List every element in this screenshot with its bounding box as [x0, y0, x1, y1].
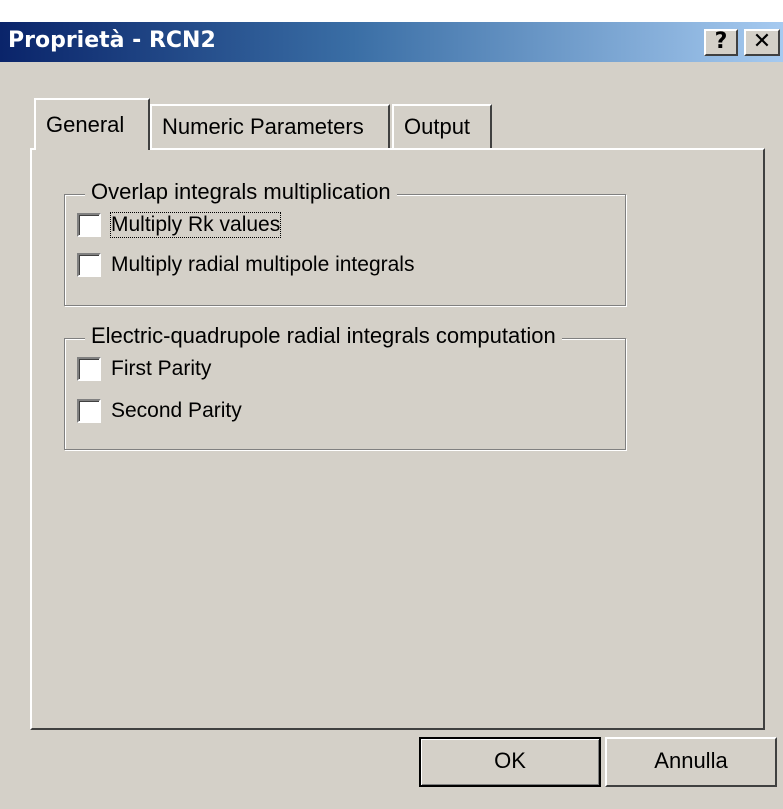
second-parity-checkbox[interactable]: [77, 399, 101, 423]
help-icon: ?: [714, 29, 728, 54]
multiply-radial-checkbox[interactable]: [77, 253, 101, 277]
first-parity-checkbox[interactable]: [77, 357, 101, 381]
window-title: Proprietà - RCN2: [8, 28, 216, 53]
tab-output[interactable]: Output: [392, 104, 492, 148]
first-parity-label[interactable]: First Parity: [111, 357, 211, 381]
multiply-radial-label[interactable]: Multiply radial multipole integrals: [111, 253, 414, 277]
second-parity-label[interactable]: Second Parity: [111, 399, 242, 423]
ok-button-label: OK: [494, 748, 526, 773]
tab-general-label: General: [46, 112, 125, 137]
close-icon: ✕: [752, 29, 772, 54]
multiply-rk-label[interactable]: Multiply Rk values: [109, 212, 282, 238]
multiply-rk-option[interactable]: Multiply Rk values: [77, 211, 282, 239]
cancel-button[interactable]: Annulla: [605, 737, 777, 787]
tab-output-label: Output: [404, 114, 471, 139]
overlap-group: Overlap integrals multiplication Multipl…: [64, 179, 626, 306]
multiply-rk-checkbox[interactable]: [77, 213, 101, 237]
title-bar[interactable]: Proprietà - RCN2 ? ✕: [0, 22, 783, 62]
quadrupole-group: Electric-quadrupole radial integrals com…: [64, 323, 626, 450]
ok-button[interactable]: OK: [419, 737, 601, 787]
second-parity-option[interactable]: Second Parity: [77, 397, 242, 425]
tab-numeric-parameters[interactable]: Numeric Parameters: [150, 104, 390, 148]
help-button[interactable]: ?: [704, 29, 738, 56]
close-button[interactable]: ✕: [744, 29, 780, 56]
tab-numeric-parameters-label: Numeric Parameters: [162, 114, 364, 139]
tab-panel-general: Overlap integrals multiplication Multipl…: [30, 148, 765, 730]
multiply-radial-option[interactable]: Multiply radial multipole integrals: [77, 251, 414, 279]
first-parity-option[interactable]: First Parity: [77, 355, 211, 383]
quadrupole-group-title: Electric-quadrupole radial integrals com…: [85, 323, 562, 349]
tab-general[interactable]: General: [34, 98, 150, 150]
overlap-group-title: Overlap integrals multiplication: [85, 179, 397, 205]
cancel-button-label: Annulla: [654, 748, 728, 773]
properties-dialog: Proprietà - RCN2 ? ✕ General Numeric Par…: [0, 22, 783, 809]
